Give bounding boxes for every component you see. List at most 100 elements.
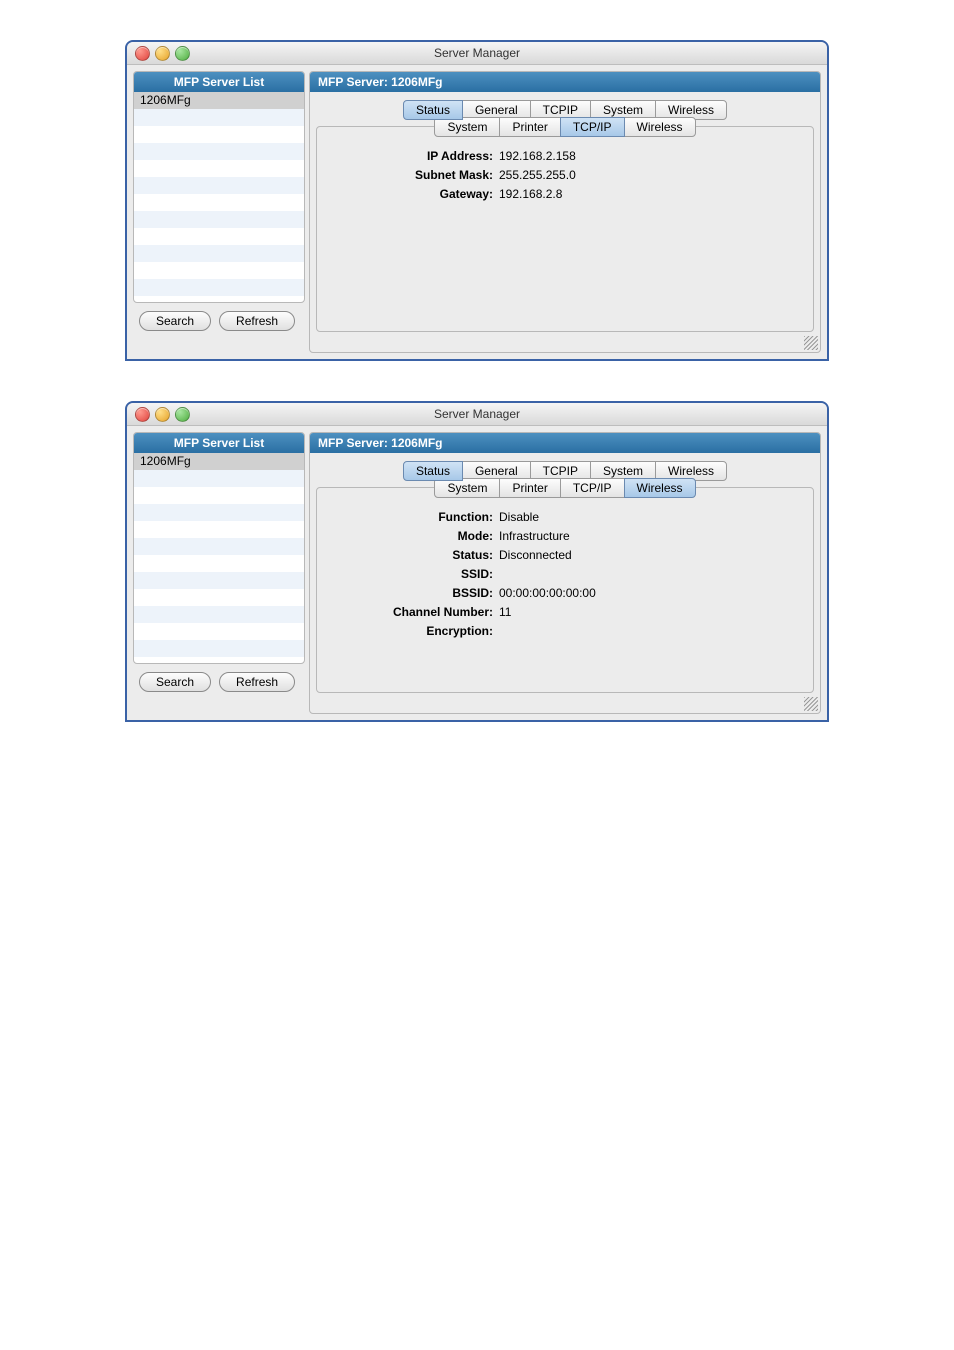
field-value: 192.168.2.8 [499,186,807,202]
field-row: Gateway:192.168.2.8 [323,186,807,202]
list-row[interactable] [134,555,304,572]
sidebar: MFP Server List1206MFg [133,71,305,303]
field-value [499,566,807,582]
tab-status[interactable]: Status [403,100,463,120]
field-value: 11 [499,604,807,620]
field-value: Infrastructure [499,528,807,544]
list-row[interactable] [134,126,304,143]
list-row[interactable] [134,279,304,296]
list-row[interactable] [134,143,304,160]
field-label: Subnet Mask: [323,167,499,183]
field-label: IP Address: [323,148,499,164]
list-row[interactable] [134,160,304,177]
field-label: Channel Number: [323,604,499,620]
inner-panel: SystemPrinterTCP/IPWirelessFunction:Disa… [316,487,814,693]
main-panel: MFP Server: 1206MFgStatusGeneralTCPIPSys… [309,432,821,714]
window-body: MFP Server List1206MFg Search Refresh MFP S… [127,426,827,720]
field-row: BSSID:00:00:00:00:00:00 [323,585,807,601]
field-row: Subnet Mask:255.255.255.0 [323,167,807,183]
subtab-printer[interactable]: Printer [499,478,560,498]
subtab-system[interactable]: System [434,117,500,137]
window-body: MFP Server List1206MFg Search Refresh MFP S… [127,65,827,359]
subtab-wireless[interactable]: Wireless [624,478,696,498]
refresh-button[interactable]: Refresh [219,311,295,331]
server-list: 1206MFg [134,92,304,302]
main-header: MFP Server: 1206MFg [310,433,820,453]
list-row[interactable] [134,211,304,228]
main-panel: MFP Server: 1206MFgStatusGeneralTCPIPSys… [309,71,821,353]
list-row[interactable] [134,262,304,279]
close-icon[interactable] [135,407,150,422]
list-row[interactable] [134,538,304,555]
sidebar-footer: Search Refresh [133,664,303,698]
main-header: MFP Server: 1206MFg [310,72,820,92]
minimize-icon[interactable] [155,407,170,422]
subtab-wireless[interactable]: Wireless [624,117,696,137]
field-value: 255.255.255.0 [499,167,807,183]
field-row: Channel Number:11 [323,604,807,620]
field-label: BSSID: [323,585,499,601]
field-row: Function:Disable [323,509,807,525]
subtab-printer[interactable]: Printer [499,117,560,137]
field-value: Disable [499,509,807,525]
titlebar: Server Manager [127,42,827,65]
search-button[interactable]: Search [139,311,211,331]
inner-tabs: SystemPrinterTCP/IPWireless [317,117,813,137]
list-row[interactable] [134,228,304,245]
field-label: Status: [323,547,499,563]
sidebar: MFP Server List1206MFg [133,432,305,664]
list-item[interactable]: 1206MFg [134,453,304,470]
field-row: Encryption: [323,623,807,639]
list-row[interactable] [134,177,304,194]
main-body: StatusGeneralTCPIPSystemWirelessSystemPr… [310,453,820,713]
list-row[interactable] [134,487,304,504]
field-row: SSID: [323,566,807,582]
field-row: IP Address:192.168.2.158 [323,148,807,164]
close-icon[interactable] [135,46,150,61]
subtab-tcp-ip[interactable]: TCP/IP [560,117,625,137]
resize-handle[interactable] [804,697,818,711]
field-label: Function: [323,509,499,525]
field-label: SSID: [323,566,499,582]
list-row[interactable] [134,194,304,211]
list-row[interactable] [134,623,304,640]
list-row[interactable] [134,606,304,623]
traffic-lights [135,46,190,61]
traffic-lights [135,407,190,422]
list-row[interactable] [134,470,304,487]
field-label: Gateway: [323,186,499,202]
list-row[interactable] [134,504,304,521]
zoom-icon[interactable] [175,46,190,61]
field-value: Disconnected [499,547,807,563]
sidebar-footer: Search Refresh [133,303,303,337]
tab-status[interactable]: Status [403,461,463,481]
list-row[interactable] [134,640,304,657]
list-row[interactable] [134,572,304,589]
subtab-system[interactable]: System [434,478,500,498]
titlebar: Server Manager [127,403,827,426]
inner-panel: SystemPrinterTCP/IPWirelessIP Address:19… [316,126,814,332]
refresh-button[interactable]: Refresh [219,672,295,692]
window-title: Server Manager [127,42,827,64]
field-label: Mode: [323,528,499,544]
list-row[interactable] [134,109,304,126]
minimize-icon[interactable] [155,46,170,61]
window-title: Server Manager [127,403,827,425]
main-body: StatusGeneralTCPIPSystemWirelessSystemPr… [310,92,820,352]
list-item[interactable]: 1206MFg [134,92,304,109]
field-label: Encryption: [323,623,499,639]
sidebar-header: MFP Server List [134,433,304,453]
list-row[interactable] [134,589,304,606]
server-manager-window: Server ManagerMFP Server List1206MFgSear… [125,40,829,361]
server-list: 1206MFg [134,453,304,663]
search-button[interactable]: Search [139,672,211,692]
list-row[interactable] [134,521,304,538]
resize-handle[interactable] [804,336,818,350]
zoom-icon[interactable] [175,407,190,422]
field-value: 00:00:00:00:00:00 [499,585,807,601]
list-row[interactable] [134,245,304,262]
inner-tabs: SystemPrinterTCP/IPWireless [317,478,813,498]
field-value [499,623,807,639]
field-row: Status:Disconnected [323,547,807,563]
subtab-tcp-ip[interactable]: TCP/IP [560,478,625,498]
